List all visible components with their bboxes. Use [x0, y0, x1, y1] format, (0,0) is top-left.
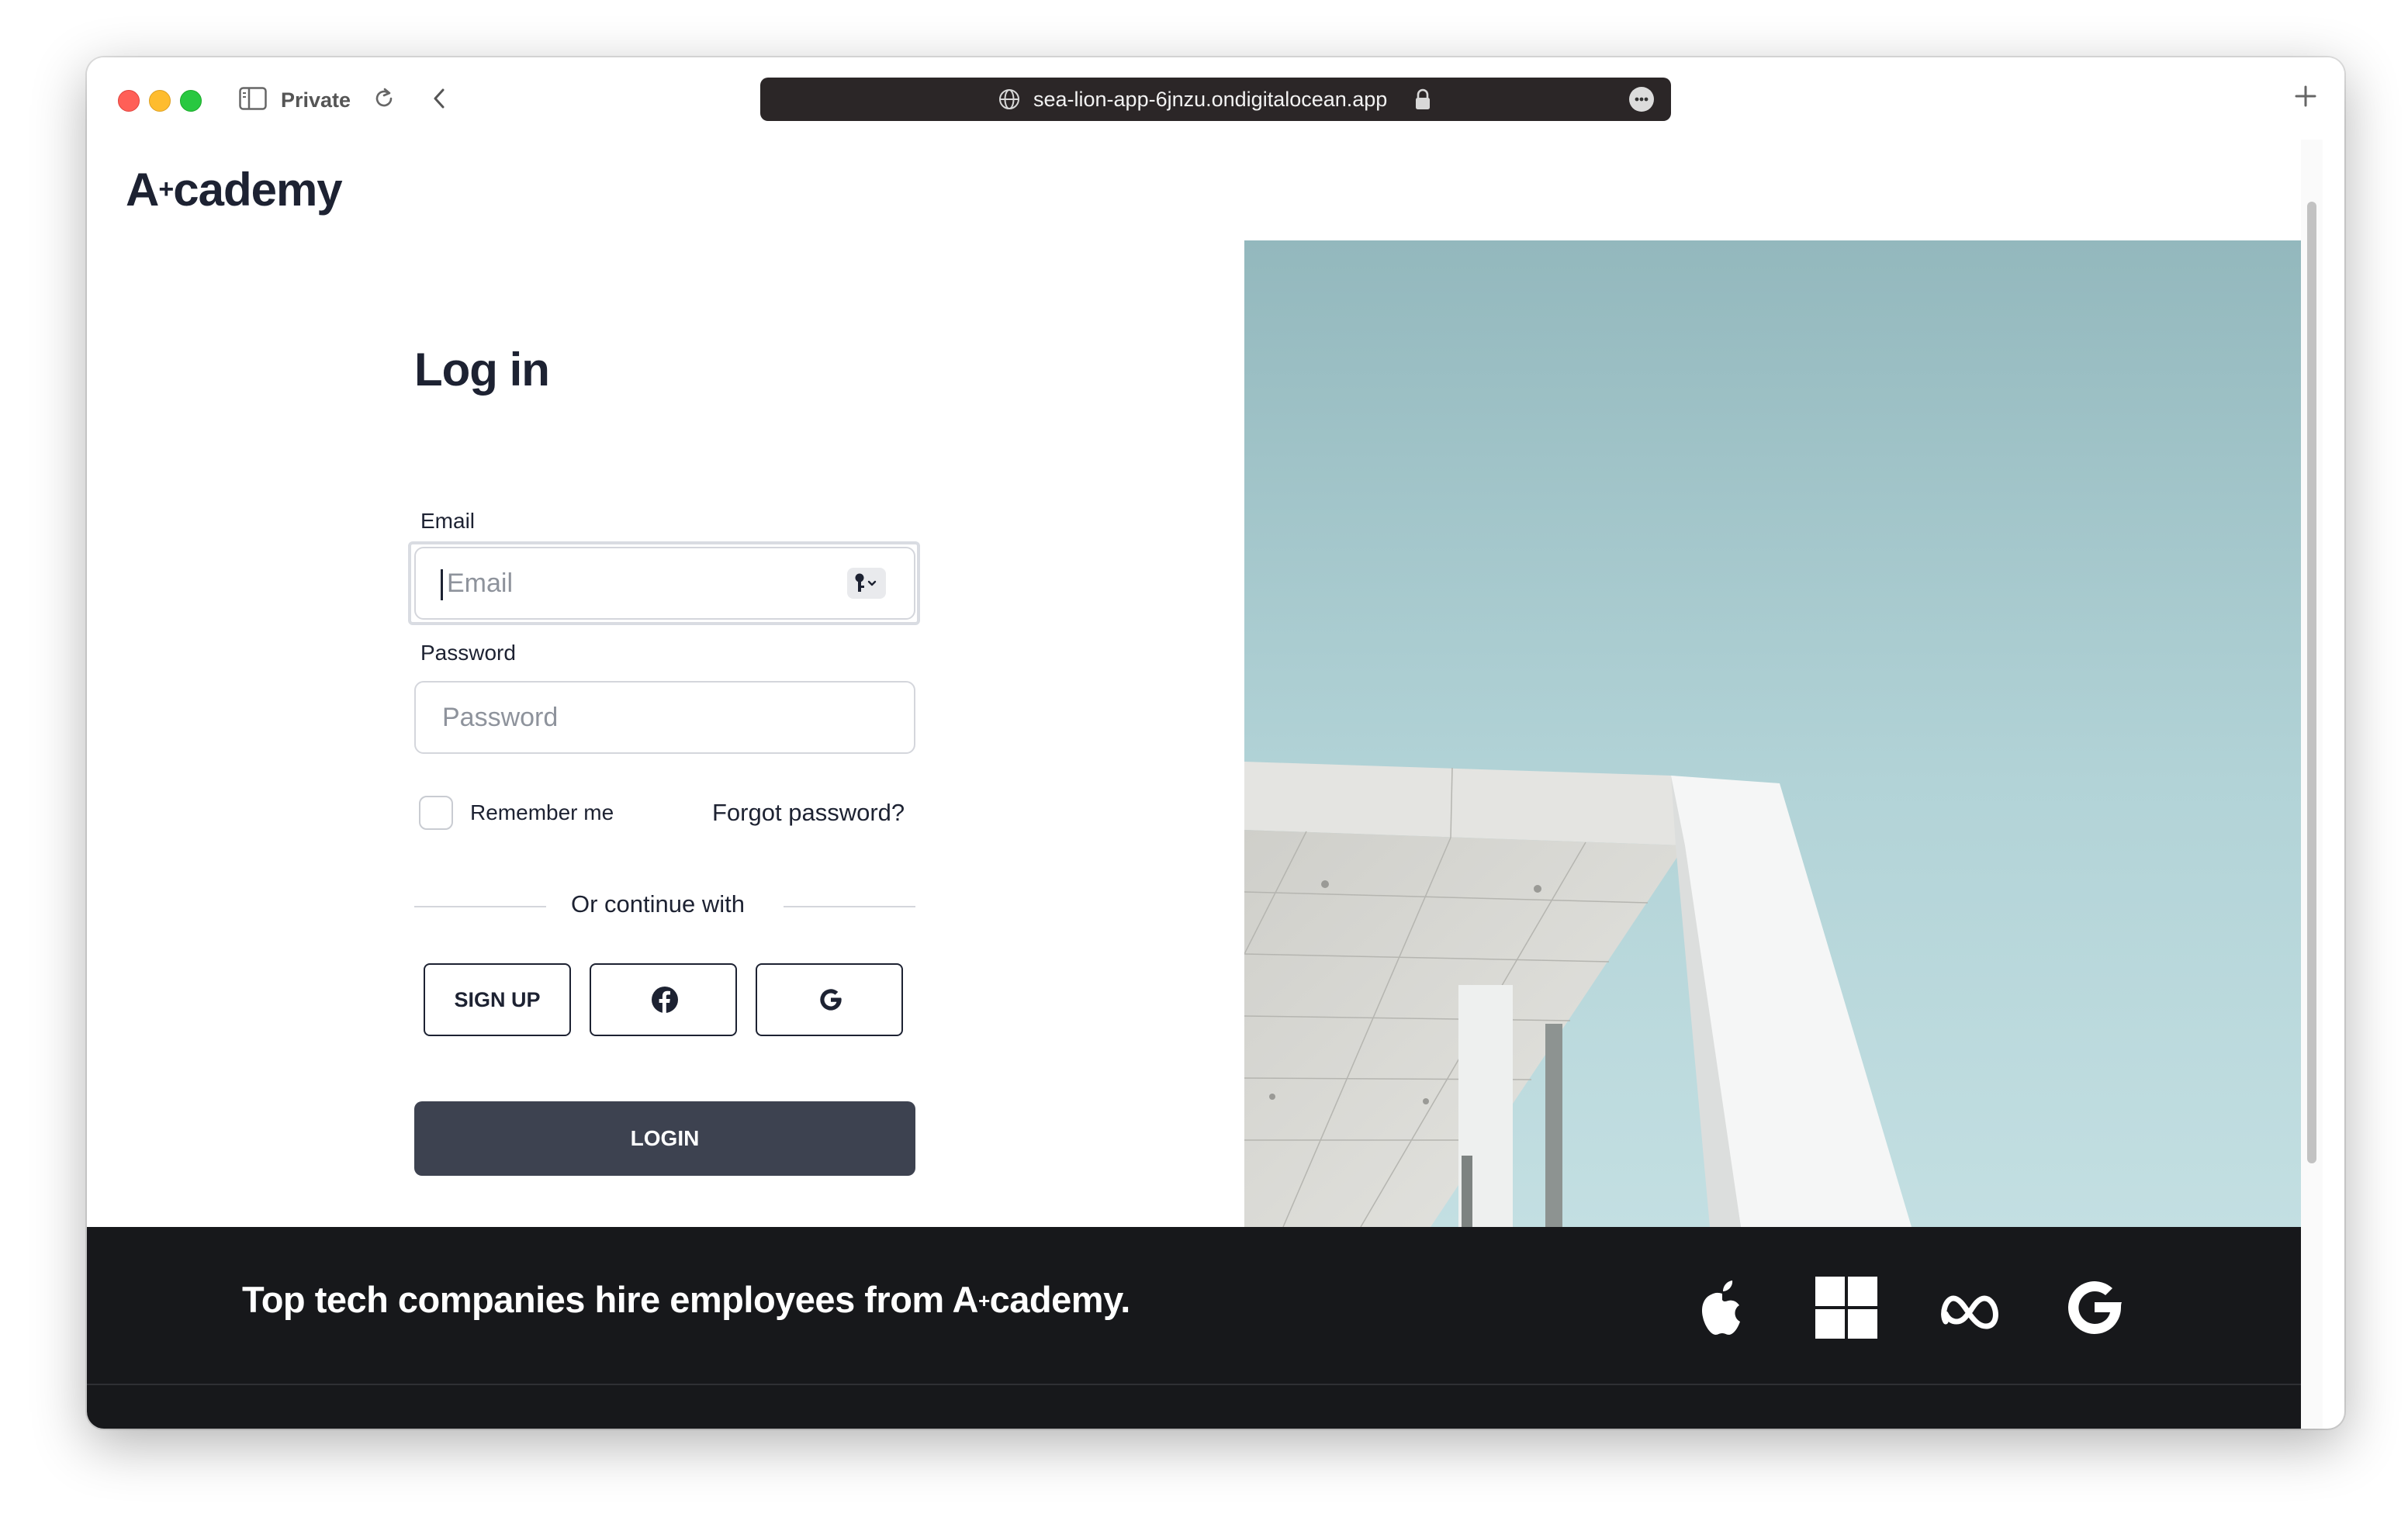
- sign-up-label: SIGN UP: [454, 988, 541, 1011]
- or-continue-with-text: Or continue with: [571, 890, 745, 918]
- address-bar[interactable]: sea-lion-app-6jnzu.ondigitalocean.app: [760, 78, 1671, 121]
- page-scrollbar[interactable]: [2301, 140, 2323, 1429]
- divider-left: [414, 906, 546, 907]
- google-logo-icon: [2062, 1275, 2127, 1340]
- google-login-button[interactable]: [756, 963, 903, 1036]
- private-mode-label: Private: [281, 88, 351, 112]
- zoom-window-button[interactable]: [180, 90, 202, 112]
- forgot-password-link[interactable]: Forgot password?: [712, 797, 905, 828]
- close-window-button[interactable]: [118, 90, 140, 112]
- tagline-text-end: cademy.: [989, 1279, 1131, 1320]
- divider-right: [784, 906, 915, 907]
- password-label: Password: [420, 641, 516, 665]
- minimize-window-button[interactable]: [149, 90, 171, 112]
- facebook-login-button[interactable]: [590, 963, 737, 1036]
- back-arrow-icon[interactable]: [427, 85, 453, 112]
- footer-tagline: Top tech companies hire employees from A…: [242, 1278, 1130, 1321]
- footer-separator: [87, 1384, 2323, 1385]
- browser-toolbar: Private sea-lion-app-6jnzu.ondigitalocea…: [87, 57, 2344, 140]
- browser-window: Private sea-lion-app-6jnzu.ondigitalocea…: [87, 57, 2344, 1429]
- logo-text: cademy: [173, 164, 342, 216]
- scrollbar-thumb[interactable]: [2307, 202, 2316, 1163]
- text-caret: [441, 569, 443, 600]
- facebook-icon: [652, 987, 678, 1014]
- login-title: Log in: [414, 344, 550, 396]
- new-tab-plus-icon[interactable]: [2290, 81, 2321, 112]
- logo-plus: +: [158, 175, 174, 204]
- google-icon: [820, 989, 842, 1011]
- more-options-icon[interactable]: [1629, 87, 1654, 112]
- tagline-text: Top tech companies hire employees from A: [242, 1279, 978, 1320]
- meta-logo-icon: [1938, 1275, 2003, 1340]
- apple-logo-icon: [1690, 1275, 1755, 1340]
- logo-letter: A: [126, 164, 159, 216]
- tagline-plus: +: [977, 1289, 990, 1312]
- footer: Top tech companies hire employees from A…: [87, 1227, 2323, 1429]
- lock-icon: [1413, 88, 1432, 111]
- globe-icon: [998, 88, 1021, 111]
- password-key-icon[interactable]: [847, 568, 886, 599]
- login-button-label: LOGIN: [630, 1126, 700, 1150]
- academy-logo[interactable]: A+cademy: [126, 163, 343, 216]
- page-content: A+cademy Log in Email Password Remember …: [87, 140, 2323, 1429]
- reload-icon[interactable]: [371, 85, 397, 112]
- hero-architecture-image: [1244, 240, 2323, 1228]
- url-text[interactable]: sea-lion-app-6jnzu.ondigitalocean.app: [1033, 78, 1387, 121]
- windows-logo-icon: [1814, 1275, 1879, 1340]
- email-label: Email: [420, 509, 476, 533]
- sign-up-button[interactable]: SIGN UP: [424, 963, 571, 1036]
- password-input[interactable]: [414, 681, 915, 754]
- remember-me-label[interactable]: Remember me: [470, 799, 614, 827]
- sidebar-toggle-icon[interactable]: [239, 87, 267, 110]
- remember-me-checkbox[interactable]: [419, 796, 453, 830]
- email-input[interactable]: [414, 547, 915, 620]
- login-button[interactable]: LOGIN: [414, 1101, 915, 1176]
